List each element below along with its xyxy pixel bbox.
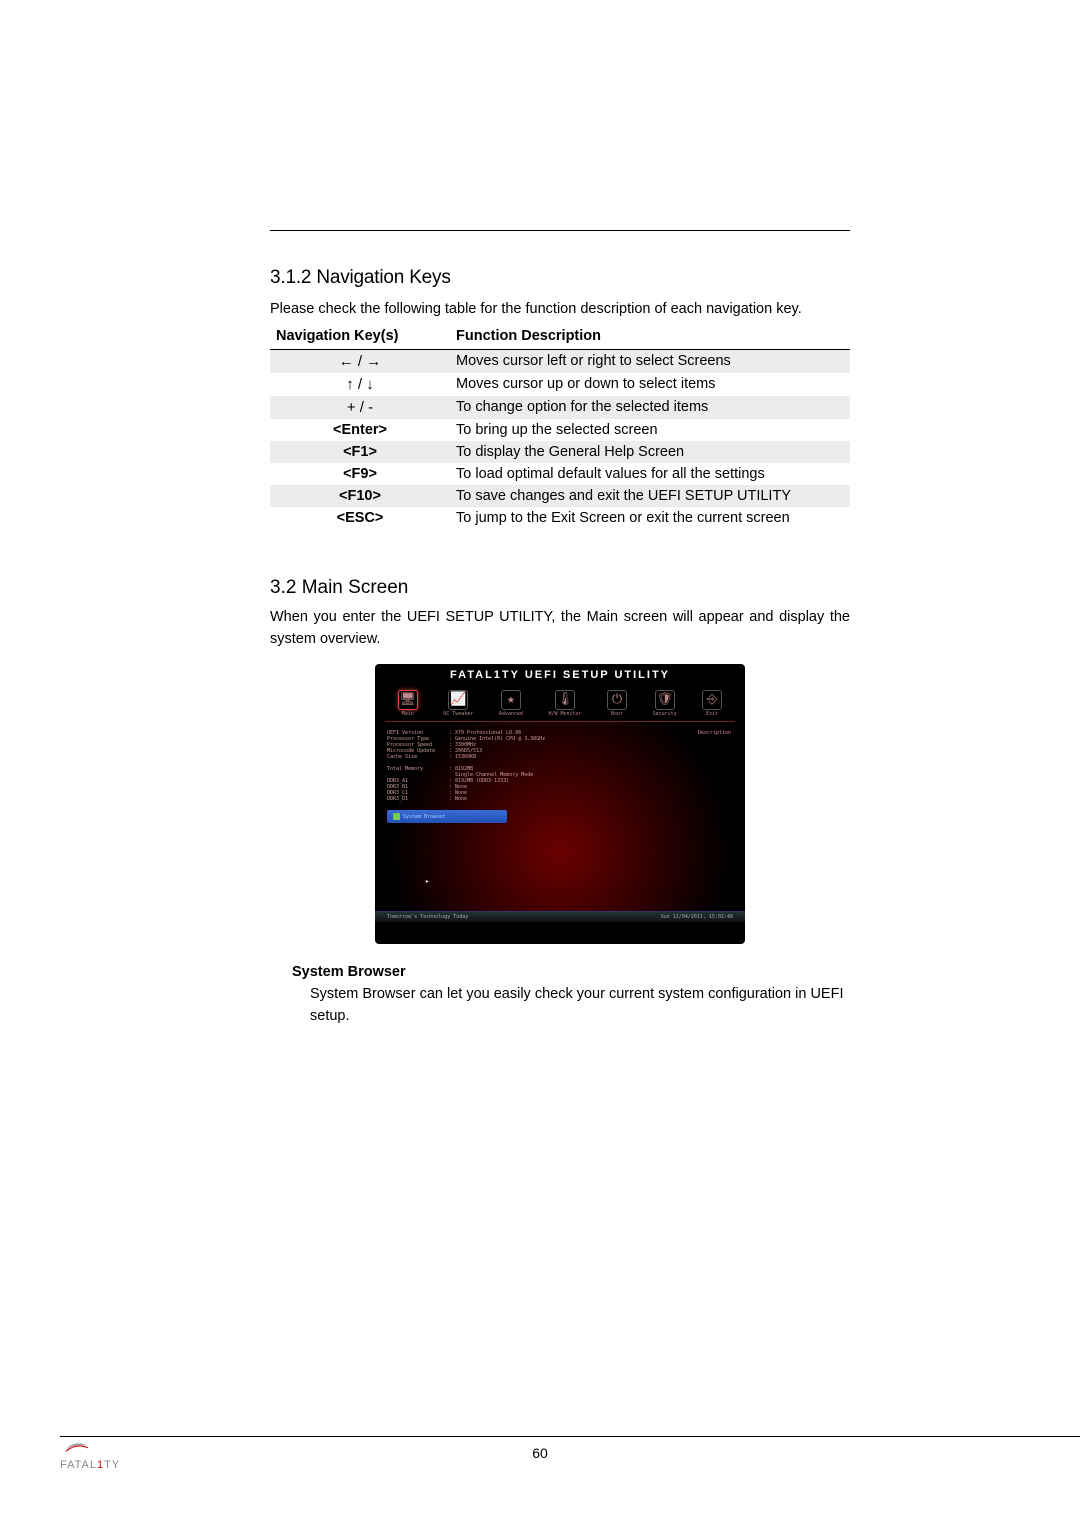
top-divider xyxy=(270,230,850,231)
nav-desc: To load optimal default values for all t… xyxy=(450,463,850,485)
uefi-cursor-caret-icon: ➤ xyxy=(425,878,429,886)
uefi-tab-label: Security xyxy=(653,711,677,717)
uefi-tab: ★Advanced xyxy=(499,690,523,717)
page-content: 3.1.2 Navigation Keys Please check the f… xyxy=(0,0,1080,1078)
uefi-tab-icon: 🌡 xyxy=(555,690,575,710)
nav-desc: Moves cursor up or down to select items xyxy=(450,373,850,396)
brand-part1: FATAL xyxy=(60,1459,97,1471)
uefi-tab: 🌡H/W Monitor xyxy=(548,690,581,717)
uefi-body: Description UEFI Version:X79 Professiona… xyxy=(375,722,745,922)
nav-desc: To display the General Help Screen xyxy=(450,441,850,463)
section-heading-312: 3.1.2 Navigation Keys xyxy=(270,267,850,289)
nav-key: <F1> xyxy=(270,441,450,463)
uefi-tab-icon: 📈 xyxy=(448,690,468,710)
nav-key: <Enter> xyxy=(270,419,450,441)
nav-desc: To jump to the Exit Screen or exit the c… xyxy=(450,507,850,529)
uefi-footer: Tomorrow's Technology Today Sun 12/04/20… xyxy=(375,911,745,922)
uefi-tab-icon: ⏻ xyxy=(607,690,627,710)
table-row: <ESC>To jump to the Exit Screen or exit … xyxy=(270,507,850,529)
uefi-tab-icon: 🖥 xyxy=(398,690,418,710)
uefi-tab: ⎆Exit xyxy=(702,690,722,717)
table-row: + / -To change option for the selected i… xyxy=(270,396,850,419)
nav-key: ↑ / ↓ xyxy=(270,373,450,396)
nav-desc: To change option for the selected items xyxy=(450,396,850,419)
table-row: <F10>To save changes and exit the UEFI S… xyxy=(270,485,850,507)
chip-icon xyxy=(393,813,400,820)
uefi-tab-label: Boot xyxy=(611,711,623,717)
table-row: ← / →Moves cursor left or right to selec… xyxy=(270,349,850,373)
uefi-tab-label: H/W Monitor xyxy=(548,711,581,717)
uefi-tab-bar: 🖥Main 📈OC Tweaker ★Advanced 🌡H/W Monitor ⏻Bo… xyxy=(375,683,745,721)
uefi-tab-label: Advanced xyxy=(499,711,523,717)
nav-key: <F9> xyxy=(270,463,450,485)
system-browser-text: System Browser can let you easily check … xyxy=(310,984,850,1028)
uefi-title: FATAL1TY UEFI SETUP UTILITY xyxy=(375,664,745,683)
table-header-keys: Navigation Key(s) xyxy=(270,325,450,350)
table-row: <F9>To load optimal default values for a… xyxy=(270,463,850,485)
brand-swoosh-icon xyxy=(64,1441,90,1453)
nav-desc: To bring up the selected screen xyxy=(450,419,850,441)
nav-desc: To save changes and exit the UEFI SETUP … xyxy=(450,485,850,507)
section-body-32: When you enter the UEFI SETUP UTILITY, t… xyxy=(270,607,850,651)
uefi-description-label: Description xyxy=(698,730,731,736)
nav-key: <F10> xyxy=(270,485,450,507)
table-row: <F1>To display the General Help Screen xyxy=(270,441,850,463)
uefi-tab-label: Main xyxy=(402,711,414,717)
uefi-tab: ⏻Boot xyxy=(607,690,627,717)
navigation-keys-table: Navigation Key(s) Function Description ←… xyxy=(270,325,850,529)
uefi-tab-icon: ★ xyxy=(501,690,521,710)
nav-key: <ESC> xyxy=(270,507,450,529)
uefi-tab: 🖥Main xyxy=(398,690,418,717)
nav-desc: Moves cursor left or right to select Scr… xyxy=(450,349,850,373)
table-row: <Enter>To bring up the selected screen xyxy=(270,419,850,441)
page-number: 60 xyxy=(0,1445,1080,1461)
uefi-system-browser-button: System Browser xyxy=(387,810,507,823)
uefi-tab-icon: ⎆ xyxy=(702,690,722,710)
uefi-tab: 📈OC Tweaker xyxy=(443,690,473,717)
uefi-tab: 🛡Security xyxy=(653,690,677,717)
uefi-screenshot-wrap: FATAL1TY UEFI SETUP UTILITY 🖥Main 📈OC Twe… xyxy=(270,664,850,944)
section-heading-32: 3.2 Main Screen xyxy=(270,577,850,599)
system-browser-heading: System Browser xyxy=(292,964,850,980)
uefi-tab-label: OC Tweaker xyxy=(443,711,473,717)
table-header-desc: Function Description xyxy=(450,325,850,350)
uefi-footer-right: Sun 12/04/2011, 15:02:48 xyxy=(661,914,733,920)
uefi-slot-row: DDR3_D1:None xyxy=(387,796,733,802)
brand-logo: FATAL1TY xyxy=(60,1459,120,1471)
nav-key: ← / → xyxy=(270,349,450,373)
uefi-tab-icon: 🛡 xyxy=(655,690,675,710)
section-body-312: Please check the following table for the… xyxy=(270,299,850,321)
uefi-screenshot: FATAL1TY UEFI SETUP UTILITY 🖥Main 📈OC Twe… xyxy=(375,664,745,944)
nav-key: + / - xyxy=(270,396,450,419)
brand-part3: TY xyxy=(104,1459,120,1471)
footer-divider xyxy=(60,1436,1080,1437)
uefi-tab-label: Exit xyxy=(706,711,718,717)
table-row: ↑ / ↓Moves cursor up or down to select i… xyxy=(270,373,850,396)
uefi-system-browser-label: System Browser xyxy=(403,814,445,820)
uefi-footer-left: Tomorrow's Technology Today xyxy=(387,914,468,920)
